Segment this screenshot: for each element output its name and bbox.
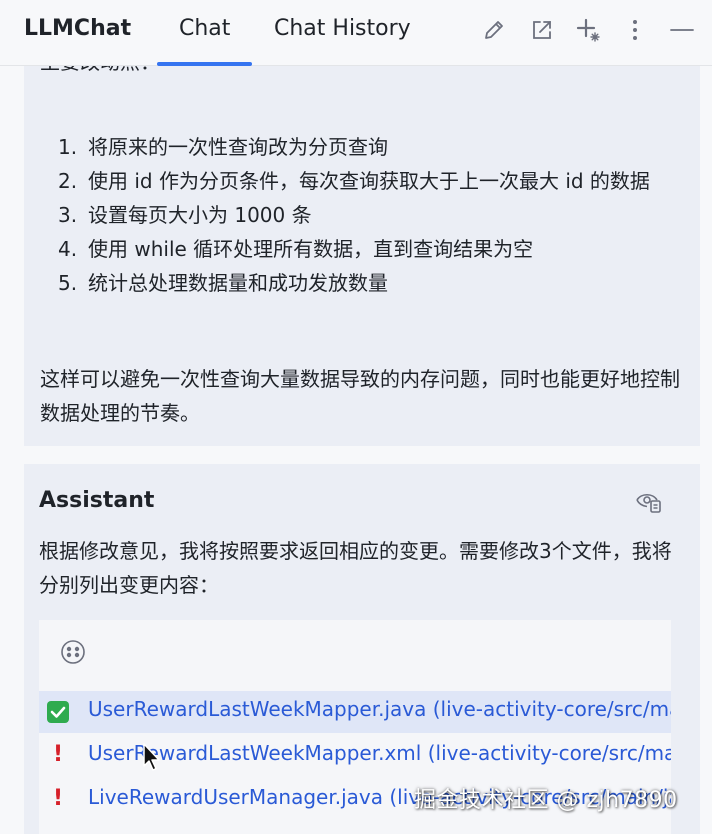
list-item: 5. 统计总处理数据量和成功发放数量 bbox=[58, 271, 388, 295]
toolbar-header: LLMChat Chat Chat History bbox=[0, 0, 712, 66]
assistant-reply: 根据修改意见，我将按照要求返回相应的变更。需要修改3个文件，我将分别列出变更内容… bbox=[39, 539, 672, 597]
change-list: 1. 将原来的一次性查询改为分页查询 2. 使用 id 作为分页条件，每次查询获… bbox=[40, 130, 680, 300]
smiley-icon[interactable] bbox=[59, 638, 87, 666]
new-chat-icon[interactable] bbox=[574, 16, 602, 44]
list-item: 2. 使用 id 作为分页条件，每次查询获取大于上一次最大 id 的数据 bbox=[58, 169, 650, 193]
more-icon[interactable] bbox=[621, 16, 649, 44]
minimize-icon[interactable] bbox=[668, 16, 696, 44]
message-paragraph: 这样可以避免一次性查询大量数据导致的内存问题，同时也能更好地控制数据处理的节奏。 bbox=[40, 367, 680, 425]
error-icon: ! bbox=[53, 742, 64, 767]
edit-icon[interactable] bbox=[480, 16, 508, 44]
message-role: Assistant bbox=[39, 488, 155, 513]
file-row[interactable]: UserRewardLastWeekMapper.java (live-acti… bbox=[39, 691, 671, 733]
message-heading: 主要改动点： bbox=[40, 66, 160, 75]
list-item: 4. 使用 while 循环处理所有数据，直到查询结果为空 bbox=[58, 237, 534, 261]
assistant-message: Assistant 根据修改意见，我将按照要求返回相应的变更。需要修改3个文件，… bbox=[24, 464, 700, 834]
watermark: 掘金技术社区 @ zjh7890 bbox=[414, 788, 678, 813]
error-icon: ! bbox=[53, 786, 64, 811]
list-item: 1. 将原来的一次性查询改为分页查询 bbox=[58, 135, 388, 159]
app-title: LLMChat bbox=[24, 16, 132, 41]
file-link[interactable]: UserRewardLastWeekMapper.xml (live-activ… bbox=[88, 741, 671, 765]
list-item: 3. 设置每页大小为 1000 条 bbox=[58, 203, 312, 227]
mouse-cursor-icon bbox=[142, 742, 162, 772]
check-icon bbox=[47, 700, 71, 724]
file-link[interactable]: UserRewardLastWeekMapper.java (live-acti… bbox=[88, 697, 671, 721]
tab-chat[interactable]: Chat bbox=[179, 16, 230, 41]
file-row[interactable]: ! UserRewardLastWeekMapper.xml (live-act… bbox=[39, 735, 671, 777]
user-message: 主要改动点： 1. 将原来的一次性查询改为分页查询 2. 使用 id 作为分页条… bbox=[24, 66, 700, 446]
open-external-icon[interactable] bbox=[528, 16, 556, 44]
tab-chat-history[interactable]: Chat History bbox=[274, 16, 411, 41]
preview-icon[interactable] bbox=[634, 486, 664, 516]
